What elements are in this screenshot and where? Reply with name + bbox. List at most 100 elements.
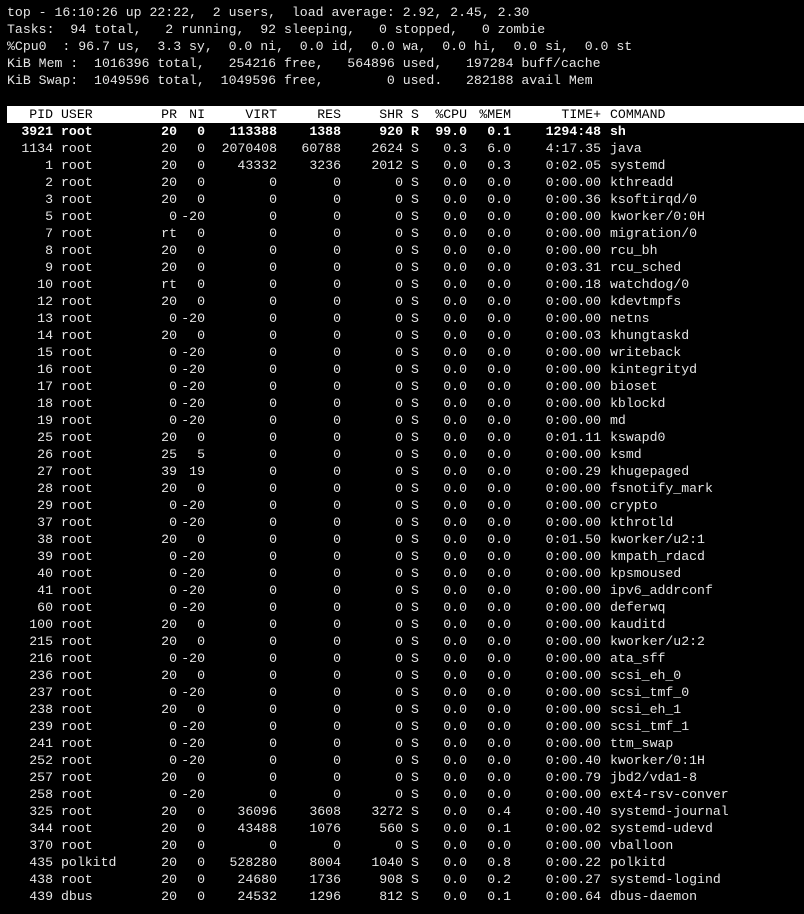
cell-pr: 0	[169, 209, 177, 224]
cell-virt: 0	[269, 481, 277, 496]
cell-pr: 20	[161, 260, 177, 275]
cell-cpu: 0.0	[443, 634, 467, 649]
cell-command: systemd-logind	[610, 872, 721, 887]
cell-time: 1294:48	[545, 124, 601, 139]
cell-pr: 0	[169, 753, 177, 768]
cell-shr: 0	[395, 294, 403, 309]
cell-ni: -20	[181, 379, 205, 394]
cell-res: 0	[333, 583, 341, 598]
cell-ni: 0	[197, 192, 205, 207]
cell-virt: 0	[269, 668, 277, 683]
table-row: 15 root 0 -20 0 0 0 S 0.0 0.0 0:00.00 writeback	[7, 344, 804, 361]
cell-res: 0	[333, 311, 341, 326]
cell-shr: 1040	[371, 855, 403, 870]
cell-command: java	[610, 141, 642, 156]
cell-cpu: 0.0	[443, 566, 467, 581]
cell-ni: -20	[181, 719, 205, 734]
cell-pr: 0	[169, 345, 177, 360]
cell-shr: 0	[395, 600, 403, 615]
cell-pid: 325	[29, 804, 53, 819]
cell-pid: 435	[29, 855, 53, 870]
cell-cpu: 0.0	[443, 311, 467, 326]
table-row: 9 root 20 0 0 0 0 S 0.0 0.0 0:03.31 rcu_sched	[7, 259, 804, 276]
cell-command: ksmd	[610, 447, 642, 462]
cell-cpu: 0.0	[443, 821, 467, 836]
cell-pr: 20	[161, 328, 177, 343]
cell-shr: 3272	[371, 804, 403, 819]
cell-user: root	[61, 464, 93, 479]
cell-time: 0:00.00	[545, 838, 601, 853]
table-row: 10 root rt 0 0 0 0 S 0.0 0.0 0:00.18 watchdog/0	[7, 276, 804, 293]
cell-shr: 0	[395, 498, 403, 513]
col-cpu: %CPU	[435, 107, 467, 122]
cell-pid: 237	[29, 685, 53, 700]
cell-virt: 0	[269, 362, 277, 377]
cell-mem: 0.0	[487, 549, 511, 564]
table-row: 25 root 20 0 0 0 0 S 0.0 0.0 0:01.11 kswapd0	[7, 429, 804, 446]
cell-command: khugepaged	[610, 464, 690, 479]
cell-mem: 0.0	[487, 379, 511, 394]
cell-s: S	[411, 634, 419, 649]
cell-cpu: 0.0	[443, 702, 467, 717]
cell-time: 0:00.00	[545, 481, 601, 496]
cell-mem: 0.0	[487, 311, 511, 326]
cell-s: S	[411, 804, 419, 819]
cell-mem: 0.0	[487, 328, 511, 343]
table-row: 1 root 20 0 43332 3236 2012 S 0.0 0.3 0:02.05 syste…	[7, 157, 804, 174]
cell-mem: 0.0	[487, 600, 511, 615]
cell-user: root	[61, 600, 93, 615]
cell-res: 0	[333, 770, 341, 785]
cell-command: rcu_sched	[610, 260, 682, 275]
cell-pr: 0	[169, 549, 177, 564]
uptime-load-line: top - 16:10:26 up 22:22, 2 users, load a…	[7, 5, 530, 20]
cell-pr: 20	[161, 821, 177, 836]
cell-shr: 0	[395, 175, 403, 190]
cell-s: S	[411, 600, 419, 615]
cell-pr: 20	[161, 889, 177, 904]
cell-time: 0:00.00	[545, 243, 601, 258]
cell-s: S	[411, 838, 419, 853]
cell-res: 0	[333, 243, 341, 258]
cell-res: 0	[333, 413, 341, 428]
cell-s: S	[411, 345, 419, 360]
cell-command: migration/0	[610, 226, 698, 241]
cell-time: 0:01.11	[545, 430, 601, 445]
cell-mem: 0.0	[487, 566, 511, 581]
cell-ni: 19	[189, 464, 205, 479]
table-row: 215 root 20 0 0 0 0 S 0.0 0.0 0:00.00 kworker/u2:2	[7, 633, 804, 650]
cell-time: 0:00.00	[545, 787, 601, 802]
cell-mem: 0.0	[487, 430, 511, 445]
cell-time: 0:00.02	[545, 821, 601, 836]
cell-s: S	[411, 549, 419, 564]
cell-user: root	[61, 753, 93, 768]
cell-user: root	[61, 260, 93, 275]
cell-command: kthrotld	[610, 515, 674, 530]
cell-pid: 16	[37, 362, 53, 377]
cell-res: 0	[333, 600, 341, 615]
cell-cpu: 0.0	[443, 430, 467, 445]
cell-mem: 0.0	[487, 702, 511, 717]
cell-ni: 0	[197, 889, 205, 904]
cell-user: root	[61, 158, 93, 173]
cell-cpu: 0.0	[443, 413, 467, 428]
cell-command: bioset	[610, 379, 658, 394]
cell-pid: 1	[45, 158, 53, 173]
cell-pid: 241	[29, 736, 53, 751]
cell-shr: 0	[395, 328, 403, 343]
cell-ni: 0	[197, 821, 205, 836]
cell-virt: 0	[269, 430, 277, 445]
cell-user: polkitd	[61, 855, 117, 870]
cell-mem: 0.0	[487, 396, 511, 411]
cell-cpu: 0.0	[443, 855, 467, 870]
cell-pr: 0	[169, 311, 177, 326]
cell-user: root	[61, 685, 93, 700]
cell-time: 0:00.00	[545, 719, 601, 734]
cell-pr: 0	[169, 600, 177, 615]
cell-shr: 0	[395, 719, 403, 734]
cell-time: 0:00.00	[545, 617, 601, 632]
cell-s: S	[411, 617, 419, 632]
cell-s: S	[411, 311, 419, 326]
cell-cpu: 0.0	[443, 328, 467, 343]
cell-ni: -20	[181, 413, 205, 428]
cell-user: root	[61, 294, 93, 309]
